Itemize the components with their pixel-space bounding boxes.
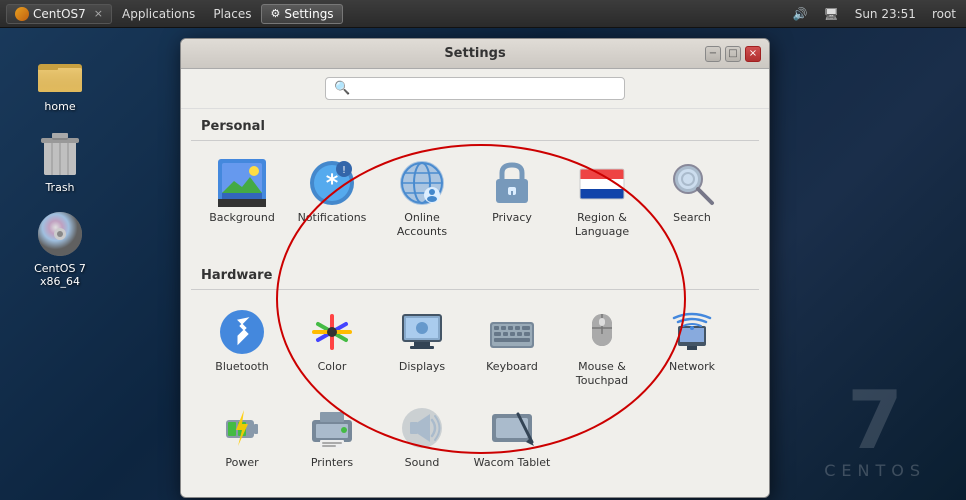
background-icon [218, 159, 266, 207]
taskbar-left: CentOS7 × Applications Places ⚙ Settings [6, 4, 343, 24]
network-icon [668, 308, 716, 356]
dvd-icon-label: CentOS 7 x86_64 [20, 262, 100, 288]
region-language-label: Region &Language [575, 211, 629, 240]
dvd-image [36, 210, 84, 258]
settings-item-mouse[interactable]: Mouse &Touchpad [557, 300, 647, 397]
settings-item-keyboard[interactable]: Keyboard [467, 300, 557, 397]
volume-icon[interactable]: 🔊 [789, 7, 812, 21]
search-input[interactable] [354, 81, 616, 96]
dvd-drive-icon[interactable]: CentOS 7 x86_64 [20, 210, 100, 288]
printers-icon [308, 404, 356, 452]
settings-item-power[interactable]: Power [197, 396, 287, 478]
personal-section-header: Personal [181, 109, 769, 140]
centos-7-number: 7 [824, 381, 926, 461]
system-section-header: System [181, 488, 769, 497]
datetime-label: Sun 23:51 [851, 7, 920, 21]
settings-item-printers[interactable]: Printers [287, 396, 377, 478]
settings-window: Settings − □ × 🔍 Personal [180, 38, 770, 498]
trash-image [36, 129, 84, 177]
color-icon [308, 308, 356, 356]
close-tab-icon[interactable]: × [94, 7, 103, 20]
search-settings-label: Search [673, 211, 711, 225]
settings-item-bluetooth[interactable]: Bluetooth [197, 300, 287, 397]
window-titlebar: Settings − □ × [181, 39, 769, 69]
settings-item-online-accounts[interactable]: Online Accounts [377, 151, 467, 248]
search-settings-icon [668, 159, 716, 207]
notifications-icon: * ! [308, 159, 356, 207]
taskbar-app-button[interactable]: CentOS7 × [6, 4, 112, 24]
maximize-button[interactable]: □ [725, 46, 741, 62]
window-controls: − □ × [705, 46, 761, 62]
sound-label: Sound [405, 456, 440, 470]
centos-brand-text: CENTOS [824, 461, 926, 480]
centos-watermark: 7 CENTOS [824, 381, 926, 480]
search-bar: 🔍 [181, 69, 769, 109]
desktop: home Trash [0, 28, 966, 500]
svg-text:!: ! [342, 165, 346, 176]
personal-icons-grid: Background * ! Notifications [181, 141, 769, 258]
wacom-tablet-label: Wacom Tablet [474, 456, 551, 470]
bluetooth-label: Bluetooth [215, 360, 268, 374]
mouse-touchpad-label: Mouse &Touchpad [576, 360, 628, 389]
search-input-wrapper: 🔍 [325, 77, 625, 100]
network-status-icon[interactable]: 🖥 [819, 7, 842, 21]
settings-item-displays[interactable]: Displays [377, 300, 467, 397]
sound-icon [398, 404, 446, 452]
taskbar-right: 🔊 🖥 Sun 23:51 root [789, 7, 960, 21]
settings-item-network[interactable]: Network [647, 300, 737, 397]
notifications-label: Notifications [298, 211, 367, 225]
window-content[interactable]: Personal Background [181, 109, 769, 497]
minimize-button[interactable]: − [705, 46, 721, 62]
trash-icon-label: Trash [45, 181, 74, 194]
settings-item-privacy[interactable]: Privacy [467, 151, 557, 248]
printers-label: Printers [311, 456, 353, 470]
settings-item-background[interactable]: Background [197, 151, 287, 248]
color-label: Color [318, 360, 347, 374]
close-button[interactable]: × [745, 46, 761, 62]
taskbar: CentOS7 × Applications Places ⚙ Settings… [0, 0, 966, 28]
background-label: Background [209, 211, 275, 225]
mouse-touchpad-icon [578, 308, 626, 356]
network-label: Network [669, 360, 715, 374]
desktop-icons: home Trash [20, 48, 100, 288]
wacom-tablet-icon [488, 404, 536, 452]
centos-icon [15, 7, 29, 21]
keyboard-label: Keyboard [486, 360, 538, 374]
displays-icon [398, 308, 446, 356]
settings-menu-active[interactable]: ⚙ Settings [261, 4, 342, 24]
settings-item-sound[interactable]: Sound [377, 396, 467, 478]
search-icon: 🔍 [334, 81, 350, 96]
places-menu[interactable]: Places [205, 5, 259, 23]
privacy-icon [488, 159, 536, 207]
app-name-label: CentOS7 [33, 7, 86, 21]
online-accounts-label: Online Accounts [381, 211, 463, 240]
trash-folder-icon[interactable]: Trash [20, 129, 100, 194]
settings-menu-label: Settings [284, 7, 333, 21]
hardware-icons-grid: Bluetooth [181, 290, 769, 489]
power-label: Power [225, 456, 258, 470]
hardware-section-header: Hardware [181, 258, 769, 289]
privacy-label: Privacy [492, 211, 532, 225]
settings-item-search[interactable]: Search [647, 151, 737, 248]
home-folder-image [36, 48, 84, 96]
window-title: Settings [444, 46, 505, 61]
svg-text:*: * [326, 169, 339, 197]
settings-item-notifications[interactable]: * ! Notifications [287, 151, 377, 248]
power-icon [218, 404, 266, 452]
settings-item-wacom[interactable]: Wacom Tablet [467, 396, 557, 478]
keyboard-icon [488, 308, 536, 356]
region-language-icon [578, 159, 626, 207]
applications-menu[interactable]: Applications [114, 5, 203, 23]
home-folder-icon[interactable]: home [20, 48, 100, 113]
bluetooth-icon [218, 308, 266, 356]
home-icon-label: home [44, 100, 75, 113]
settings-item-region[interactable]: Region &Language [557, 151, 647, 248]
displays-label: Displays [399, 360, 445, 374]
settings-item-color[interactable]: Color [287, 300, 377, 397]
online-accounts-icon [398, 159, 446, 207]
user-label: root [928, 7, 960, 21]
